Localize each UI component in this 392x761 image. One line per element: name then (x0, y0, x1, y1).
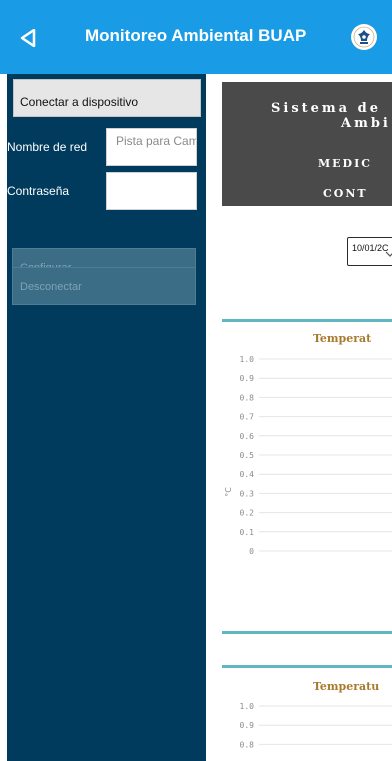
temperature-chart-2: Temperatu 1.0 0.9 0.8 (222, 665, 392, 761)
banner-title-line1: Sistema de (271, 101, 381, 116)
y-tick-label: 0 (249, 547, 254, 556)
back-icon[interactable] (20, 29, 36, 47)
system-banner: Sistema de Ambi MEDIC CONT (222, 82, 392, 206)
connect-device-button[interactable]: Conectar a dispositivo (13, 79, 201, 117)
y-tick-label: 0.6 (240, 432, 255, 441)
y-tick-label: 0.2 (240, 509, 255, 518)
chevron-down-icon (385, 251, 392, 257)
password-input[interactable] (106, 172, 197, 210)
y-tick-label: 1.0 (240, 702, 255, 711)
y-axis-unit-label: °C (224, 487, 233, 497)
banner-subtitle-line1: MEDIC (318, 157, 372, 170)
disconnect-button[interactable]: Desconectar (12, 267, 196, 305)
y-tick-label: 0.7 (240, 413, 255, 422)
chart-plot-area: 1.0 0.9 0.8 0.7 0.6 0.5 0.4 0.3 0.2 0.1 0 °C (224, 355, 392, 556)
main-content: Sistema de Ambi MEDIC CONT 10/01/2C Temp… (206, 74, 392, 761)
y-tick-label: 0.3 (240, 489, 255, 498)
sidebar: Conectar a dispositivo Nombre de red Pis… (7, 74, 206, 761)
date-value: 10/01/2C (352, 243, 389, 253)
chart-plot-area-2: 1.0 0.9 0.8 (240, 702, 392, 749)
y-tick-label: 0.9 (240, 721, 255, 730)
y-tick-label: 0.8 (240, 740, 255, 749)
y-tick-label: 0.8 (240, 393, 255, 402)
password-label: Contraseña (7, 184, 70, 198)
network-name-label: Nombre de red (7, 140, 88, 154)
y-tick-label: 1.0 (240, 355, 255, 364)
y-tick-label: 0.4 (240, 470, 255, 479)
network-name-input[interactable]: Pista para Cam (106, 128, 197, 166)
y-tick-label: 0.9 (240, 374, 255, 383)
y-tick-label: 0.1 (240, 528, 255, 537)
buap-logo-icon (351, 24, 377, 50)
y-tick-label: 0.5 (240, 451, 255, 460)
banner-title-line2: Ambi (341, 116, 391, 131)
temperature-chart: Temperat 1.0 0.9 0.8 0.7 0.6 0.5 0.4 0.3 0.2 0.1 0… (222, 319, 392, 634)
app-title: Monitoreo Ambiental BUAP (85, 26, 307, 45)
banner-subtitle-line2: CONT (323, 187, 368, 200)
app-header: Monitoreo Ambiental BUAP (0, 0, 392, 74)
date-picker[interactable]: 10/01/2C (347, 237, 392, 266)
